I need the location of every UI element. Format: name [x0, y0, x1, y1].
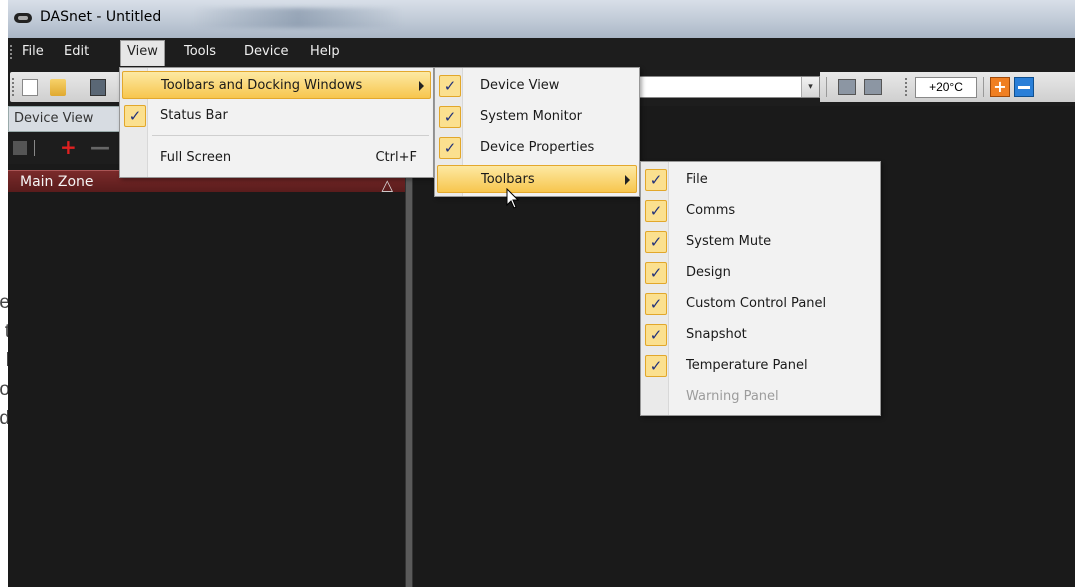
list-icon[interactable] [13, 141, 27, 155]
menu-item-label: Custom Control Panel [686, 296, 827, 311]
menu-item-label: System Monitor [480, 109, 583, 124]
menu-item-status-bar[interactable]: ✓ Status Bar [122, 102, 431, 130]
toolbar-grip-icon[interactable] [12, 78, 14, 96]
add-icon[interactable]: + [60, 135, 77, 159]
menu-item-label: Status Bar [160, 108, 228, 123]
check-icon: ✓ [645, 324, 667, 346]
save-icon[interactable] [90, 79, 106, 96]
toolbar-combo[interactable]: ▾ [638, 76, 820, 98]
menu-item-label: File [686, 172, 708, 187]
check-icon: ✓ [645, 169, 667, 191]
menu-item-toolbars-docking[interactable]: Toolbars and Docking Windows [122, 71, 431, 99]
check-icon: ✓ [439, 137, 461, 159]
toolbar-grip-icon[interactable] [905, 78, 907, 96]
menu-item-snapshot-toolbar[interactable]: ✓ Snapshot [643, 321, 878, 349]
menu-divider [152, 135, 429, 136]
menu-item-toolbars[interactable]: Toolbars [437, 165, 637, 193]
menu-item-file-toolbar[interactable]: ✓ File [643, 166, 878, 194]
menu-item-full-screen[interactable]: Full Screen Ctrl+F [122, 144, 431, 172]
menu-item-shortcut: Ctrl+F [375, 150, 417, 165]
check-icon: ✓ [439, 75, 461, 97]
toolbars-menu: ✓ File ✓ Comms ✓ System Mute ✓ Design ✓ … [640, 161, 881, 416]
menu-device[interactable]: Device [238, 43, 294, 63]
menu-item-system-monitor[interactable]: ✓ System Monitor [437, 103, 637, 131]
check-icon: ✓ [645, 293, 667, 315]
window-title: DASnet - Untitled [40, 9, 162, 25]
submenu-arrow-icon [625, 175, 630, 185]
menu-bar: File Edit View Tools Device Help [8, 38, 1075, 66]
temperature-toolbar: +20°C + [820, 72, 1075, 102]
menu-tools[interactable]: Tools [178, 43, 222, 63]
menu-item-label: System Mute [686, 234, 772, 249]
menu-item-system-mute-toolbar[interactable]: ✓ System Mute [643, 228, 878, 256]
menu-item-temperature-panel[interactable]: ✓ Temperature Panel [643, 352, 878, 380]
menu-edit[interactable]: Edit [58, 43, 95, 63]
new-file-icon[interactable] [22, 79, 38, 96]
submenu-arrow-icon [419, 81, 424, 91]
menu-item-label: Full Screen [160, 150, 232, 165]
check-icon: ✓ [439, 106, 461, 128]
temperature-up-button[interactable]: + [990, 77, 1010, 97]
menu-item-label: Snapshot [686, 327, 747, 342]
open-folder-icon[interactable] [50, 79, 66, 96]
menu-item-label: Toolbars and Docking Windows [161, 78, 363, 93]
menu-item-label: Design [686, 265, 731, 280]
menu-item-custom-control-panel[interactable]: ✓ Custom Control Panel [643, 290, 878, 318]
menu-view[interactable]: View [120, 40, 165, 66]
device-view-tab[interactable]: Device View [8, 106, 120, 132]
menubar-grip-icon[interactable] [10, 45, 14, 59]
redacted-blur [193, 8, 403, 28]
menu-item-device-view[interactable]: ✓ Device View [437, 72, 637, 100]
check-icon: ✓ [645, 200, 667, 222]
app-icon[interactable] [14, 13, 32, 23]
menu-help[interactable]: Help [304, 43, 346, 63]
file-toolbar [10, 72, 122, 102]
page: e t l o d DASnet - Untitled File Edit Vi… [0, 0, 1075, 587]
check-icon: ✓ [645, 355, 667, 377]
menu-item-label: Warning Panel [686, 389, 779, 404]
menu-item-label: Temperature Panel [686, 358, 808, 373]
remove-icon[interactable]: — [90, 135, 110, 159]
combo-arrow-icon[interactable]: ▾ [801, 77, 819, 97]
menu-item-label: Device View [480, 78, 560, 93]
view-menu: Toolbars and Docking Windows ✓ Status Ba… [119, 67, 434, 178]
menu-item-label: Device Properties [480, 140, 595, 155]
menu-item-design-toolbar[interactable]: ✓ Design [643, 259, 878, 287]
check-icon: ✓ [124, 105, 146, 127]
docking-windows-menu: ✓ Device View ✓ System Monitor ✓ Device … [434, 67, 640, 197]
check-icon: ✓ [645, 231, 667, 253]
menu-item-comms-toolbar[interactable]: ✓ Comms [643, 197, 878, 225]
monitor-alt-icon[interactable] [864, 79, 882, 95]
temperature-down-button[interactable] [1014, 77, 1034, 97]
toolbar-separator [983, 77, 984, 97]
zone-label: Main Zone [20, 174, 94, 190]
check-icon: ✓ [645, 262, 667, 284]
menu-item-warning-panel: Warning Panel [643, 383, 878, 411]
menu-file[interactable]: File [16, 43, 50, 63]
toolbar-separator [34, 140, 35, 156]
temperature-display: +20°C [915, 77, 977, 98]
menu-item-label: Comms [686, 203, 736, 218]
monitor-icon[interactable] [838, 79, 856, 95]
toolbar-separator [826, 77, 827, 97]
device-view-toolbar: + — [8, 132, 120, 164]
title-bar[interactable]: DASnet - Untitled [8, 0, 1075, 38]
menu-item-device-properties[interactable]: ✓ Device Properties [437, 134, 637, 162]
menu-item-label: Toolbars [481, 172, 535, 187]
panel-splitter[interactable] [405, 106, 413, 587]
mouse-cursor-icon [506, 188, 520, 209]
